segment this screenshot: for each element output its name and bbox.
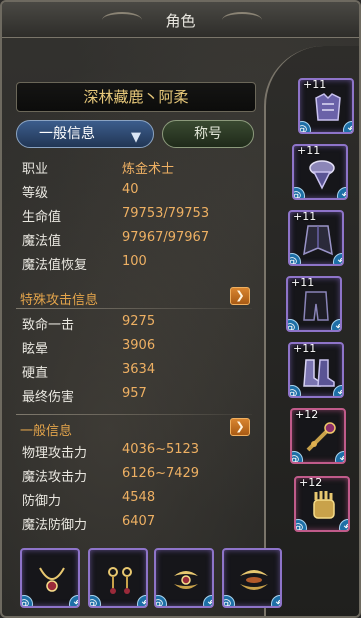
stat-label-critical: 致命一击 bbox=[22, 318, 75, 333]
stat-label-hp: 生命值 bbox=[22, 210, 62, 225]
stat-label-mp: 魔法值 bbox=[22, 234, 62, 249]
title-bar[interactable]: 角色 bbox=[2, 2, 359, 38]
stat-label-stiffness: 硬直 bbox=[22, 366, 49, 381]
stat-value-level: 40 bbox=[122, 182, 139, 197]
lock-icon[interactable]: @ bbox=[224, 595, 235, 606]
equip-slot-glove[interactable]: +12 @ ⟲ bbox=[294, 476, 350, 532]
info-dropdown[interactable]: 一般信息 ▼ bbox=[16, 120, 154, 148]
equip-slot-weapon[interactable]: +12 @ ⟲ bbox=[290, 408, 346, 464]
bracelet-icon bbox=[240, 570, 268, 590]
window-title: 角色 bbox=[165, 12, 196, 30]
stat-label-physical-attack: 物理攻击力 bbox=[22, 446, 88, 461]
equip-slot-ring[interactable]: @ ⟲ bbox=[154, 548, 214, 608]
weapon-staff-icon bbox=[306, 422, 336, 452]
earring-icon bbox=[108, 567, 132, 594]
necklace-icon bbox=[39, 567, 65, 592]
general-info-heading: 一般信息 bbox=[20, 424, 73, 439]
general-info-expand-button[interactable]: ❯ bbox=[230, 418, 250, 436]
glove-icon bbox=[313, 491, 335, 519]
swap-icon[interactable]: ⟲ bbox=[271, 595, 280, 606]
chevron-right-icon: ❯ bbox=[235, 289, 245, 302]
stat-label-final-damage: 最终伤害 bbox=[22, 390, 75, 405]
swap-icon[interactable]: ⟲ bbox=[337, 187, 346, 198]
character-name: 深林藏鹿丶阿柔 bbox=[16, 82, 256, 112]
stat-label-class: 职业 bbox=[22, 162, 49, 177]
equip-slot-boots[interactable]: +11 @ ⟲ bbox=[288, 342, 344, 398]
special-attack-heading: 特殊攻击信息 bbox=[20, 293, 99, 308]
armor-boots-icon bbox=[303, 359, 335, 387]
section-divider bbox=[16, 308, 252, 309]
stat-value-class: 炼金术士 bbox=[122, 162, 175, 177]
stat-label-level: 等级 bbox=[22, 186, 49, 201]
equip-slot-pants[interactable]: +11 @ ⟲ bbox=[286, 276, 342, 332]
swap-icon[interactable]: ⟲ bbox=[331, 319, 340, 330]
swap-icon[interactable]: ⟲ bbox=[335, 451, 344, 462]
stat-value-hp: 79753/79753 bbox=[122, 206, 210, 221]
swap-icon[interactable]: ⟲ bbox=[343, 121, 352, 132]
swap-icon[interactable]: ⟲ bbox=[339, 519, 348, 530]
stat-value-mp: 97967/97967 bbox=[122, 230, 210, 245]
stat-label-magic-attack: 魔法攻击力 bbox=[22, 470, 88, 485]
equip-slot-necklace[interactable]: @ ⟲ bbox=[20, 548, 80, 608]
chevron-down-icon: ▼ bbox=[131, 130, 141, 145]
stat-value-defense: 4548 bbox=[122, 490, 156, 505]
stat-value-mp-regen: 100 bbox=[122, 254, 147, 269]
stat-value-stiffness: 3634 bbox=[122, 362, 156, 377]
equip-slot-chest[interactable]: +11 @ ⟲ bbox=[298, 78, 354, 134]
stat-label-defense: 防御力 bbox=[22, 494, 62, 509]
stat-label-magic-defense: 魔法防御力 bbox=[22, 518, 88, 533]
ring-icon bbox=[174, 571, 198, 589]
chevron-right-icon: ❯ bbox=[235, 420, 245, 433]
equip-slot-cloak[interactable]: +11 @ ⟲ bbox=[288, 210, 344, 266]
stat-label-mp-regen: 魔法值恢复 bbox=[22, 258, 88, 273]
swap-icon[interactable]: ⟲ bbox=[333, 385, 342, 396]
swap-icon[interactable]: ⟲ bbox=[203, 595, 212, 606]
swap-icon[interactable]: ⟲ bbox=[69, 595, 78, 606]
stat-value-final-damage: 957 bbox=[122, 386, 147, 401]
info-dropdown-label: 一般信息 bbox=[39, 126, 95, 142]
stat-value-magic-attack: 6126~7429 bbox=[122, 466, 200, 481]
lock-icon[interactable]: @ bbox=[22, 595, 33, 606]
swap-icon[interactable]: ⟲ bbox=[333, 253, 342, 264]
armor-shoulder-icon bbox=[309, 160, 335, 190]
section-divider bbox=[16, 414, 252, 415]
special-attack-expand-button[interactable]: ❯ bbox=[230, 287, 250, 305]
stat-value-critical: 9275 bbox=[122, 314, 156, 329]
lock-icon[interactable]: @ bbox=[90, 595, 101, 606]
armor-chest-icon bbox=[315, 93, 341, 121]
stat-label-stun: 眩晕 bbox=[22, 342, 49, 357]
equip-slot-bracelet[interactable]: @ ⟲ bbox=[222, 548, 282, 608]
title-button[interactable]: 称号 bbox=[162, 120, 254, 148]
character-window: 角色 深林藏鹿丶阿柔 一般信息 ▼ 称号 职业 炼金术士 等级 40 生命值 7… bbox=[0, 0, 361, 618]
armor-cloak-icon bbox=[303, 225, 333, 256]
stat-value-stun: 3906 bbox=[122, 338, 156, 353]
stat-value-magic-defense: 6407 bbox=[122, 514, 156, 529]
stat-value-physical-attack: 4036~5123 bbox=[122, 442, 200, 457]
lock-icon[interactable]: @ bbox=[156, 595, 167, 606]
equip-slot-shoulder[interactable]: +11 @ ⟲ bbox=[292, 144, 348, 200]
swap-icon[interactable]: ⟲ bbox=[137, 595, 146, 606]
equip-slot-earring[interactable]: @ ⟲ bbox=[88, 548, 148, 608]
armor-pants-icon bbox=[303, 291, 329, 321]
